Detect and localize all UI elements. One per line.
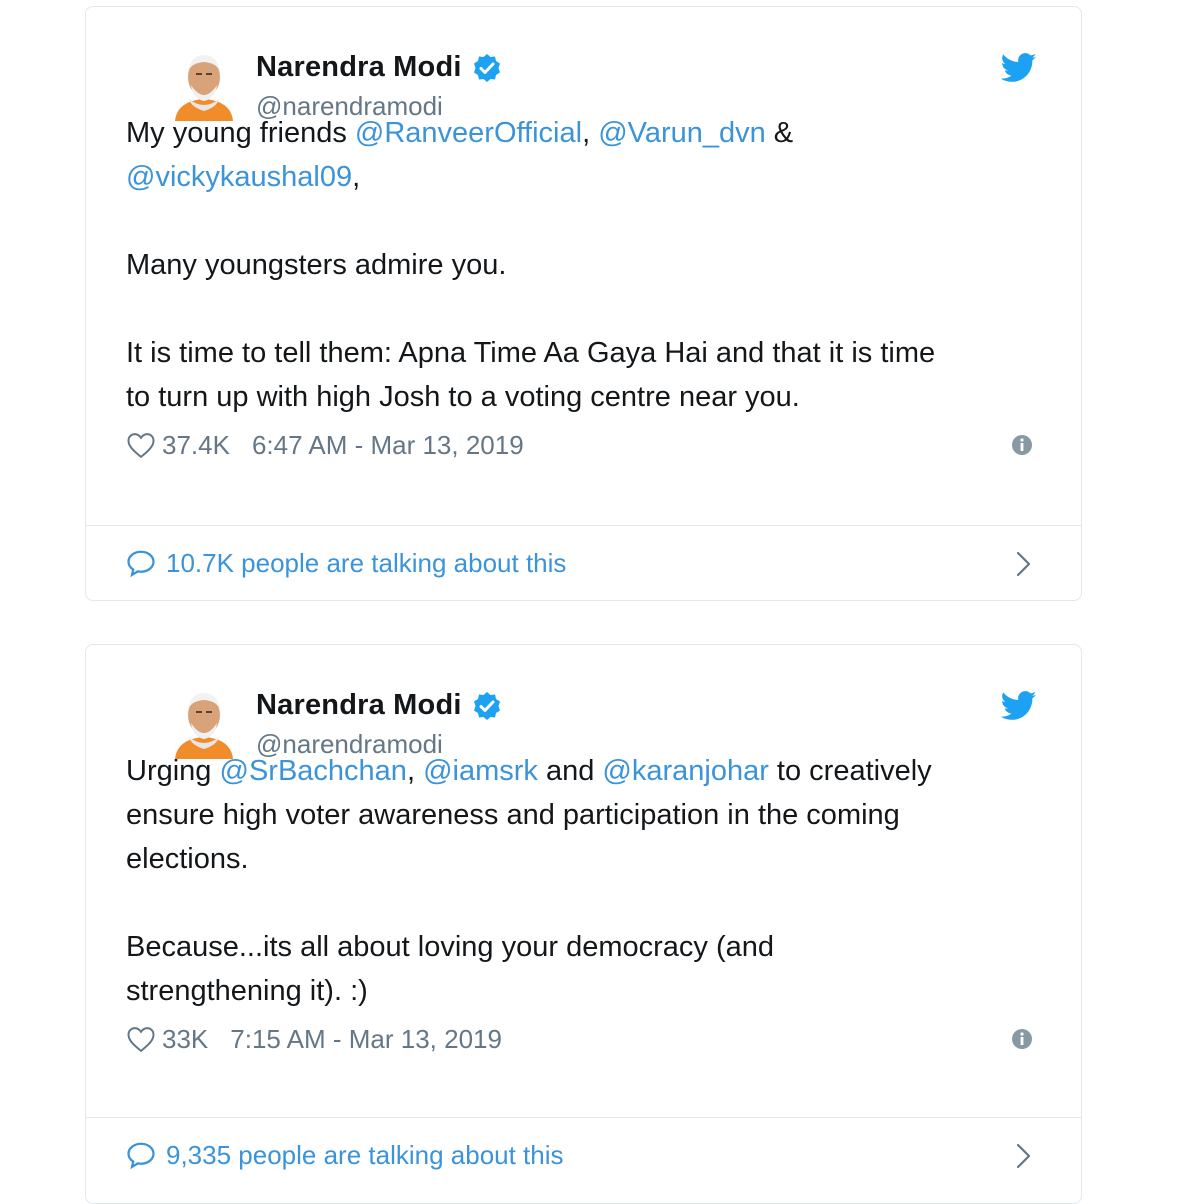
tweet-text-segment: My young friends: [126, 117, 355, 149]
verified-badge-icon: [472, 691, 502, 721]
tweet-card[interactable]: Narendra Modi @narendramodi Urging @SrBa…: [85, 644, 1082, 1204]
tweet-meta: 37.4K 6:47 AM - Mar 13, 2019: [126, 423, 1041, 467]
tweet-text-segment: &: [765, 117, 794, 149]
timestamp[interactable]: 7:15 AM - Mar 13, 2019: [230, 1024, 502, 1055]
tweet-text-segment: Many youngsters admire you.: [126, 249, 507, 281]
chevron-right-icon[interactable]: [1015, 550, 1033, 578]
mention-link[interactable]: @Varun_dvn: [598, 117, 766, 149]
author-name[interactable]: Narendra Modi: [256, 689, 462, 722]
info-icon[interactable]: [1011, 434, 1033, 456]
mention-link[interactable]: @SrBachchan: [220, 755, 407, 787]
mention-link[interactable]: @RanveerOfficial: [355, 117, 582, 149]
tweet-text-segment: It is time to tell them: Apna Time Aa Ga…: [126, 337, 936, 369]
tweet-text-segment: strengthening it). :): [126, 975, 368, 1007]
mention-link[interactable]: @iamsrk: [423, 755, 538, 787]
heart-icon[interactable]: [126, 431, 156, 459]
twitter-bird-icon[interactable]: [1000, 691, 1037, 721]
mention-link[interactable]: @vickykaushal09: [126, 161, 352, 193]
tweet-paragraph: Because...its all about loving your demo…: [126, 925, 1041, 1013]
talking-about-link[interactable]: 10.7K people are talking about this: [166, 548, 566, 579]
tweet-text-segment: Urging: [126, 755, 220, 787]
tweet-text-segment: ,: [582, 117, 599, 149]
tweet-paragraph: It is time to tell them: Apna Time Aa Ga…: [126, 331, 1041, 419]
tweet-text-segment: elections.: [126, 843, 249, 875]
tweet-text-segment: to turn up with high Josh to a voting ce…: [126, 381, 800, 413]
chevron-right-icon[interactable]: [1015, 1142, 1033, 1170]
likes-count[interactable]: 33K: [162, 1024, 208, 1055]
speech-bubble-icon: [127, 550, 155, 577]
info-icon[interactable]: [1011, 1028, 1033, 1050]
tweet-card[interactable]: Narendra Modi @narendramodi My young fri…: [85, 6, 1082, 601]
author-name-row: Narendra Modi: [256, 51, 502, 84]
tweet-paragraph: Urging @SrBachchan, @iamsrk and @karanjo…: [126, 749, 1041, 881]
tweet-text-segment: and: [537, 755, 603, 787]
tweet-text-segment: ,: [406, 755, 424, 787]
likes-count[interactable]: 37.4K: [162, 430, 230, 461]
author-name-row: Narendra Modi: [256, 689, 502, 722]
timestamp[interactable]: 6:47 AM - Mar 13, 2019: [252, 430, 524, 461]
talking-about-link[interactable]: 9,335 people are talking about this: [166, 1140, 564, 1171]
mention-link[interactable]: @karanjohar: [602, 755, 768, 787]
tweet-paragraph: My young friends @RanveerOfficial, @Varu…: [126, 111, 1041, 199]
tweet-paragraph: Many youngsters admire you.: [126, 243, 1041, 287]
tweet-text-segment: to creatively: [768, 755, 932, 787]
twitter-bird-icon[interactable]: [1000, 53, 1037, 83]
tweet-text-segment: ensure high voter awareness and particip…: [126, 799, 900, 831]
tweet-footer[interactable]: 10.7K people are talking about this: [86, 525, 1081, 600]
tweet-text: My young friends @RanveerOfficial, @Varu…: [126, 111, 1041, 419]
tweet-text: Urging @SrBachchan, @iamsrk and @karanjo…: [126, 749, 1041, 1013]
tweet-footer[interactable]: 9,335 people are talking about this: [86, 1117, 1081, 1192]
speech-bubble-icon: [127, 1142, 155, 1169]
tweet-meta: 33K 7:15 AM - Mar 13, 2019: [126, 1017, 1041, 1061]
tweet-main: Narendra Modi @narendramodi Urging @SrBa…: [86, 645, 1081, 1061]
heart-icon[interactable]: [126, 1025, 156, 1053]
tweet-text-segment: Because...its all about loving your demo…: [126, 931, 775, 963]
tweet-main: Narendra Modi @narendramodi My young fri…: [86, 7, 1081, 467]
author-name[interactable]: Narendra Modi: [256, 51, 462, 84]
verified-badge-icon: [472, 53, 502, 83]
tweet-text-segment: ,: [352, 161, 361, 193]
